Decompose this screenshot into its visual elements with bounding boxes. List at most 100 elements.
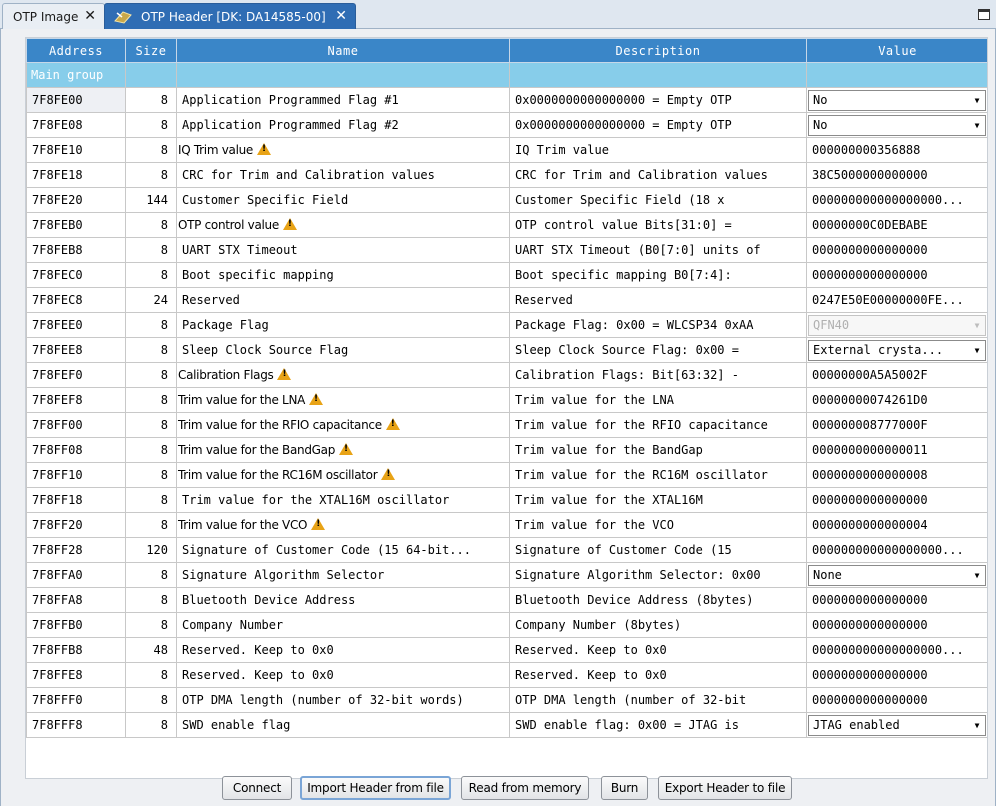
value-dropdown[interactable]: None ▼ <box>808 564 986 586</box>
value-cell[interactable]: 0000000000000000 <box>806 612 987 638</box>
value-cell[interactable]: No ▼ <box>806 112 987 138</box>
group-row[interactable]: Main group <box>26 62 987 88</box>
address-cell: 7F8FFE8 <box>26 662 126 688</box>
value-dropdown[interactable]: No ▼ <box>808 114 986 136</box>
table-row[interactable]: 7F8FFE8 8 Reserved. Keep to 0x0 Reserved. K… <box>26 662 987 688</box>
table-row[interactable]: 7F8FF10 8 Trim value for the RC16M oscilla… <box>26 462 987 488</box>
value-dropdown[interactable]: No ▼ <box>808 89 986 111</box>
value-cell[interactable]: 00000000A5A5002F <box>806 362 987 388</box>
name-cell: Signature of Customer Code (15 64-bit... <box>176 537 510 563</box>
chevron-down-icon[interactable]: ▼ <box>969 116 985 135</box>
name-text: Customer Specific Field <box>182 193 349 207</box>
value-cell[interactable]: 0000000000000011 <box>806 437 987 463</box>
description-cell: Trim value for the LNA <box>509 387 807 413</box>
name-text: Trim value for the VCO <box>178 518 308 532</box>
name-cell: OTP control value <box>176 212 510 238</box>
dropdown-selected-value: JTAG enabled <box>813 717 900 732</box>
table-row[interactable]: 7F8FF00 8 Trim value for the RFIO capacita… <box>26 412 987 438</box>
chevron-down-icon[interactable]: ▼ <box>969 566 985 585</box>
value-cell[interactable]: QFN40 ▼ <box>806 312 987 338</box>
table-row[interactable]: 7F8FEB8 8 UART STX Timeout UART STX Timeout… <box>26 237 987 263</box>
close-icon[interactable]: ✕ <box>84 9 96 23</box>
size-cell: 8 <box>125 87 177 113</box>
table-row[interactable]: 7F8FEC0 8 Boot specific mapping Boot specif… <box>26 262 987 288</box>
value-cell[interactable]: None ▼ <box>806 562 987 588</box>
column-header-value[interactable]: Value <box>806 38 987 63</box>
table-row[interactable]: 7F8FEF88Trim value for the LNATrim value… <box>26 387 987 413</box>
description-cell: Signature Algorithm Selector: 0x00 <box>509 562 807 588</box>
table-row[interactable]: 7F8FFA0 8 Signature Algorithm Selector Sign… <box>26 562 987 588</box>
value-cell[interactable]: JTAG enabled ▼ <box>806 712 987 738</box>
connect-button[interactable]: Connect <box>222 776 292 800</box>
tab-label: OTP Header [DK: DA14585-00] <box>141 9 326 24</box>
table-row[interactable]: 7F8FE108IQ Trim valueIQ Trim value000000… <box>26 137 987 163</box>
table-row[interactable]: 7F8FEB08OTP control value OTP control val… <box>26 212 987 238</box>
address-cell: 7F8FEC0 <box>26 262 126 288</box>
name-cell: Boot specific mapping <box>176 262 510 288</box>
value-cell[interactable]: 0000000000000004 <box>806 512 987 538</box>
value-cell[interactable]: 000000008777000F <box>806 412 987 438</box>
maximize-icon[interactable] <box>978 9 990 20</box>
import-header-button[interactable]: Import Header from file <box>300 776 451 800</box>
chevron-down-icon[interactable]: ▼ <box>969 91 985 110</box>
description-cell: 0x0000000000000000 = Empty OTP <box>509 112 807 138</box>
table-row[interactable]: 7F8FE20 144 Customer Specific Field Custome… <box>26 187 987 213</box>
table-row[interactable]: 7F8FF208Trim value for the VCOTrim value… <box>26 512 987 538</box>
table-row[interactable]: 7F8FFF8 8 SWD enable flag SWD enable flag: … <box>26 712 987 738</box>
table-row[interactable]: 7F8FFF0 8 OTP DMA length (number of 32-bit… <box>26 687 987 713</box>
column-header-address[interactable]: Address <box>26 38 126 63</box>
table-row[interactable]: 7F8FE00 8 Application Programmed Flag #1 0x… <box>26 87 987 113</box>
value-dropdown[interactable]: JTAG enabled ▼ <box>808 714 986 736</box>
value-cell[interactable]: 0000000000000000 <box>806 237 987 263</box>
table-row[interactable]: 7F8FF28 120 Signature of Customer Code (15… <box>26 537 987 563</box>
value-cell[interactable]: 0000000000000000 <box>806 587 987 613</box>
burn-button[interactable]: Burn <box>601 776 648 800</box>
value-dropdown[interactable]: External crysta... ▼ <box>808 339 986 361</box>
chevron-down-icon[interactable]: ▼ <box>969 716 985 735</box>
chevron-down-icon[interactable]: ▼ <box>969 341 985 360</box>
table-row[interactable]: 7F8FE18 8 CRC for Trim and Calibration val… <box>26 162 987 188</box>
name-cell: Sleep Clock Source Flag <box>176 337 510 363</box>
value-cell[interactable]: 00000000C0DEBABE <box>806 212 987 238</box>
name-text: Trim value for the XTAL16M oscillator <box>182 493 450 507</box>
table-row[interactable]: 7F8FEE8 8 Sleep Clock Source Flag Sleep Clo… <box>26 337 987 363</box>
name-cell: Trim value for the RFIO capacitance <box>176 412 510 438</box>
value-cell[interactable]: 0247E50E00000000FE... <box>806 287 987 313</box>
value-cell[interactable]: 0000000000000000 <box>806 262 987 288</box>
value-cell[interactable]: 000000000000000000... <box>806 187 987 213</box>
tab-otp-header[interactable]: OTP Header [DK: DA14585-00] ✕ <box>104 3 356 29</box>
value-cell[interactable]: 0000000000000000 <box>806 662 987 688</box>
value-cell[interactable]: 000000000000000000... <box>806 537 987 563</box>
table-row[interactable]: 7F8FF18 8 Trim value for the XTAL16M oscil… <box>26 487 987 513</box>
table-row[interactable]: 7F8FEF08Calibration Flags Calibration Fla… <box>26 362 987 388</box>
value-cell[interactable]: 0000000000000008 <box>806 462 987 488</box>
value-cell[interactable]: No ▼ <box>806 87 987 113</box>
value-cell[interactable]: 0000000000000000 <box>806 687 987 713</box>
value-cell[interactable]: 00000000074261D0 <box>806 387 987 413</box>
read-from-memory-button[interactable]: Read from memory <box>461 776 589 800</box>
dropdown-selected-value: No <box>813 117 828 132</box>
table-row[interactable]: 7F8FEC8 24 Reserved Reserved 0247E50E0000000… <box>26 287 987 313</box>
value-cell[interactable]: 000000000000000000... <box>806 637 987 663</box>
table-row[interactable]: 7F8FFA8 8 Bluetooth Device Address Bluetoot… <box>26 587 987 613</box>
value-cell[interactable]: External crysta... ▼ <box>806 337 987 363</box>
value-cell[interactable]: 000000000356888 <box>806 137 987 163</box>
value-cell[interactable]: 0000000000000000 <box>806 487 987 513</box>
tab-otp-image[interactable]: OTP Image ✕ <box>2 3 105 29</box>
column-header-size[interactable]: Size <box>125 38 177 63</box>
close-icon[interactable]: ✕ <box>335 9 347 23</box>
description-cell: Reserved. Keep to 0x0 <box>509 637 807 663</box>
table-row[interactable]: 7F8FEE0 8 Package Flag Package Flag: 0x00 =… <box>26 312 987 338</box>
value-cell[interactable]: 38C5000000000000 <box>806 162 987 188</box>
table-row[interactable]: 7F8FFB8 48 Reserved. Keep to 0x0 Reserved. … <box>26 637 987 663</box>
table-row[interactable]: 7F8FFB0 8 Company Number Company Number (8b… <box>26 612 987 638</box>
size-cell: 8 <box>125 512 177 538</box>
address-cell: 7F8FE08 <box>26 112 126 138</box>
size-cell: 8 <box>125 562 177 588</box>
value-dropdown: QFN40 ▼ <box>808 314 986 336</box>
table-row[interactable]: 7F8FF088Trim value for the BandGapTrim v… <box>26 437 987 463</box>
export-header-button[interactable]: Export Header to file <box>658 776 792 800</box>
table-row[interactable]: 7F8FE08 8 Application Programmed Flag #2 0x… <box>26 112 987 138</box>
column-header-description[interactable]: Description <box>509 38 807 63</box>
column-header-name[interactable]: Name <box>176 38 510 63</box>
